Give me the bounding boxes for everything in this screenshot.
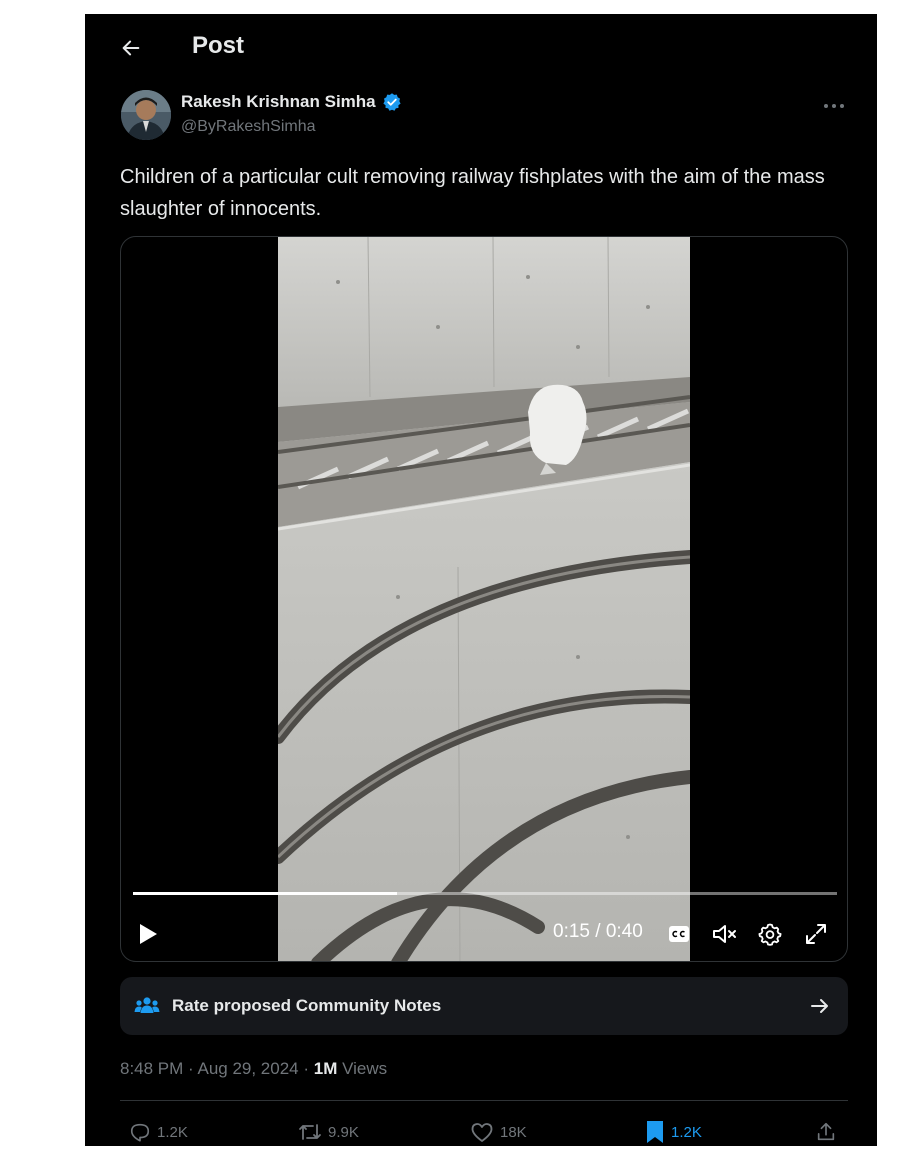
play-icon [140,924,157,944]
heart-icon [471,1123,493,1142]
views-count: 1M [313,1059,338,1078]
share-icon [817,1122,835,1141]
video-progress-fill [133,892,397,895]
repost-count: 9.9K [328,1123,359,1141]
author-handle[interactable]: @ByRakeshSimha [181,118,316,136]
avatar[interactable] [121,90,171,140]
verified-badge-icon [383,93,401,111]
like-button[interactable]: 18K [470,1118,527,1146]
expand-icon [806,924,826,944]
video-frame[interactable] [278,237,690,961]
video-still-image [278,237,690,961]
fullscreen-button[interactable] [801,919,831,949]
community-notes-icon [134,997,160,1013]
post-text: Children of a particular cult removing r… [120,166,825,220]
community-notes-label: Rate proposed Community Notes [172,996,442,1015]
repost-icon [299,1124,321,1140]
post-frame: Post Rakesh Krishnan Simha @ByRakeshSimh… [85,14,877,1146]
bookmark-count: 1.2K [671,1123,702,1141]
volume-button[interactable] [710,920,740,948]
cc-icon [669,926,689,942]
like-count: 18K [500,1123,527,1141]
arrow-right-icon [811,999,828,1013]
arrow-left-icon [122,40,140,56]
bookmark-icon [647,1121,663,1143]
repost-button[interactable]: 9.9K [298,1118,359,1146]
post-timestamp[interactable]: 8:48 PM · Aug 29, 2024 · [120,1059,314,1078]
reply-button[interactable]: 1.2K [129,1118,188,1146]
author-name[interactable]: Rakesh Krishnan Simha [181,92,402,112]
post-meta: 8:48 PM · Aug 29, 2024 · 1M Views [120,1059,387,1079]
reply-icon [130,1123,150,1142]
page-title: Post [192,32,245,59]
divider [120,1100,848,1101]
captions-button[interactable] [665,921,693,947]
video-player[interactable]: 0:15 / 0:40 [120,236,848,962]
gear-icon [758,923,782,946]
avatar-image [121,90,171,140]
share-button[interactable] [815,1118,837,1146]
post-header: Post [85,14,877,80]
community-notes-button[interactable]: Rate proposed Community Notes [120,977,848,1035]
settings-button[interactable] [755,919,785,949]
more-options-button[interactable] [817,94,851,118]
bookmark-button[interactable]: 1.2K [645,1118,702,1146]
back-button[interactable] [115,32,147,64]
more-horizontal-icon [824,104,844,108]
reply-count: 1.2K [157,1123,188,1141]
volume-mute-icon [713,925,736,943]
video-progress-bar[interactable] [133,892,837,895]
author-name-text: Rakesh Krishnan Simha [181,92,376,111]
play-button[interactable] [133,919,163,949]
video-time: 0:15 / 0:40 [553,921,643,942]
views-label: Views [337,1059,388,1078]
